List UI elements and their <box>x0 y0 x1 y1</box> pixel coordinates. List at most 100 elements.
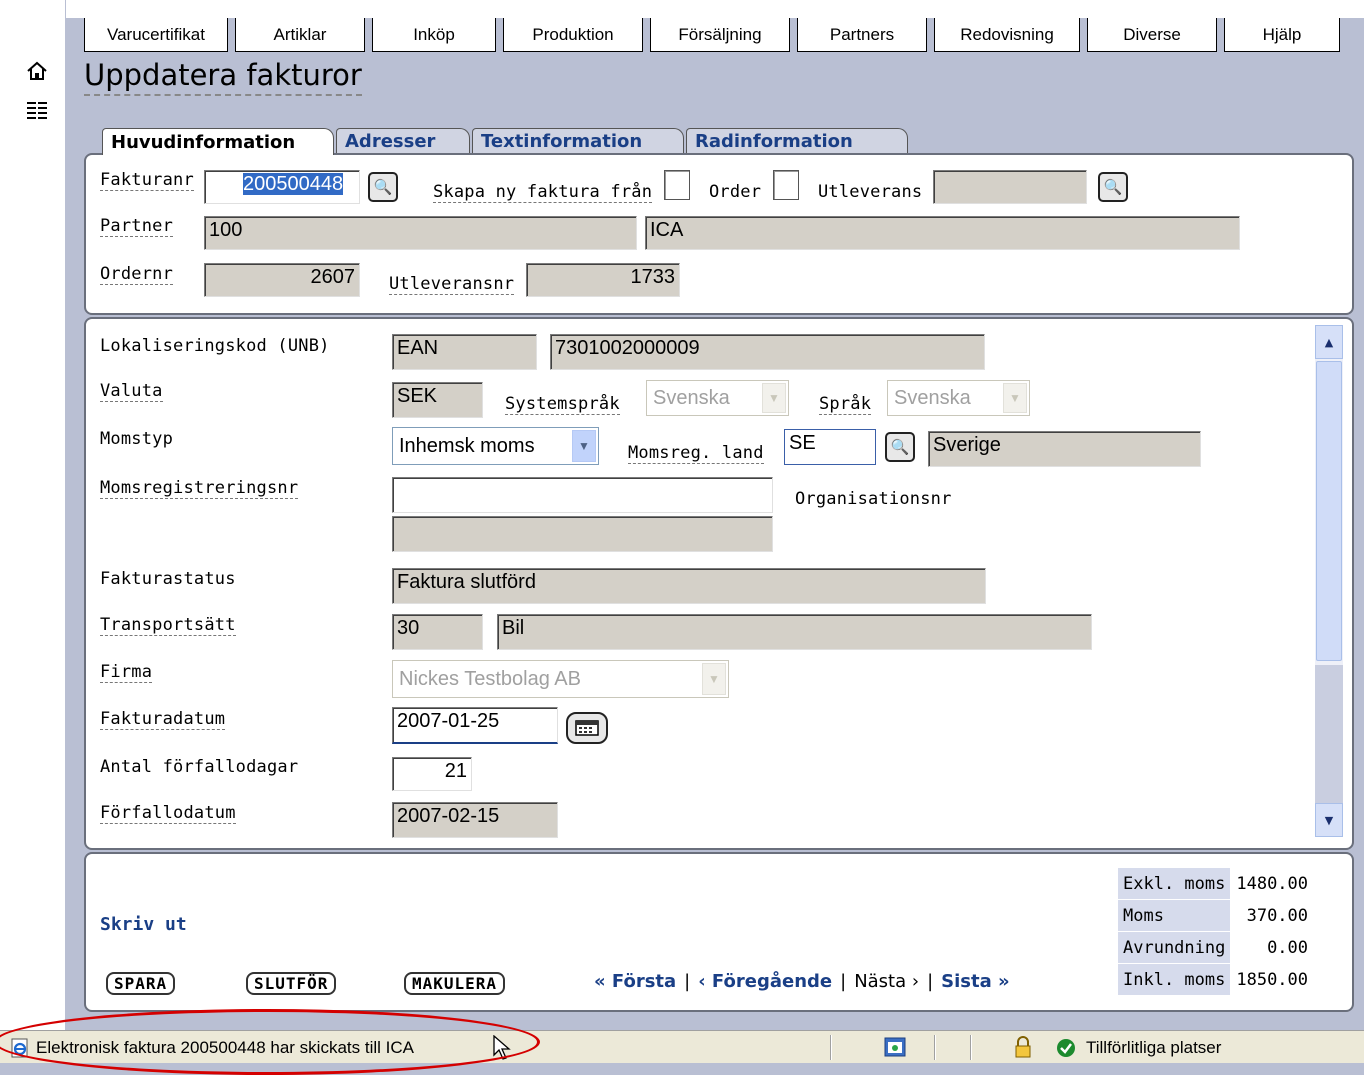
momstyp-select[interactable]: Inhemsk moms ▼ <box>392 427 599 465</box>
utleverans-label: Utleverans <box>818 182 923 202</box>
search-icon: 🔍 <box>373 178 393 196</box>
fakturanr-search-button[interactable]: 🔍 <box>368 172 398 202</box>
home-icon[interactable] <box>26 60 48 82</box>
chevron-down-icon: ▼ <box>762 383 786 413</box>
lokkod-value-field: 7301002000009 <box>550 334 985 370</box>
ordernr-field: 2607 <box>204 263 360 297</box>
left-sidebar <box>0 0 66 1030</box>
status-bar: Elektronisk faktura 200500448 har skicka… <box>0 1030 1364 1063</box>
tab-adresser[interactable]: Adresser <box>336 128 470 154</box>
calendar-icon <box>575 720 599 736</box>
cursor-icon <box>492 1034 514 1061</box>
fakturastatus-field: Faktura slutförd <box>392 568 986 604</box>
transport-code-field: 30 <box>392 614 483 650</box>
momsreg-land-name-field: Sverige <box>928 431 1201 467</box>
valuta-field: SEK <box>392 382 483 418</box>
print-link[interactable]: Skriv ut <box>100 914 187 935</box>
tab-radinformation[interactable]: Radinformation <box>686 128 908 154</box>
momsreg-land-label: Momsreg. land <box>628 443 764 464</box>
valuta-label: Valuta <box>100 381 163 402</box>
menu-diverse[interactable]: Diverse <box>1087 18 1217 52</box>
order-label: Order <box>709 182 762 202</box>
scroll-thumb[interactable] <box>1316 361 1342 661</box>
order-radio[interactable] <box>664 170 690 200</box>
forfallodagar-input[interactable]: 21 <box>392 757 472 791</box>
menu-produktion[interactable]: Produktion <box>503 18 643 52</box>
utleverans-input[interactable] <box>933 170 1087 204</box>
nav-separator: | <box>684 971 691 992</box>
systemsprak-select[interactable]: Svenska ▼ <box>646 380 789 416</box>
sprak-label: Språk <box>819 394 872 415</box>
fakturadatum-label: Fakturadatum <box>100 709 226 730</box>
menu-bar-top <box>66 0 1364 18</box>
momstyp-label: Momstyp <box>100 429 174 449</box>
page-title: Uppdatera fakturor <box>84 58 362 96</box>
ordernr-label: Ordernr <box>100 264 174 285</box>
firma-value: Nickes Testbolag AB <box>399 667 581 690</box>
skapa-label: Skapa ny faktura från <box>433 182 653 203</box>
finish-button[interactable]: SLUTFÖR <box>246 972 337 995</box>
save-button[interactable]: SPARA <box>106 972 176 995</box>
scroll-down-button[interactable]: ▼ <box>1315 803 1343 837</box>
fakturanr-input[interactable]: 200500448 <box>204 170 360 204</box>
partner-label: Partner <box>100 216 174 237</box>
firma-label: Firma <box>100 662 153 683</box>
nav-prev-link[interactable]: ‹ Föregående <box>698 971 832 992</box>
utleverans-search-button[interactable]: 🔍 <box>1098 172 1128 202</box>
nav-first-link[interactable]: « Första <box>594 971 676 992</box>
utleveransnr-label: Utleveransnr <box>389 274 515 295</box>
list-icon[interactable] <box>26 100 48 120</box>
momstyp-value: Inhemsk moms <box>399 434 535 457</box>
total-label: Avrundning <box>1116 931 1232 964</box>
momsreg-land-input[interactable]: SE <box>784 429 876 465</box>
scroll-up-button[interactable]: ▲ <box>1315 325 1343 359</box>
menu-partners[interactable]: Partners <box>797 18 927 52</box>
fakturastatus-label: Fakturastatus <box>100 569 236 589</box>
total-label: Exkl. moms <box>1116 867 1232 900</box>
momsreg-land-search-button[interactable]: 🔍 <box>885 432 915 462</box>
forfallodatum-label: Förfallodatum <box>100 803 236 824</box>
status-divider <box>970 1035 972 1060</box>
orgnr-field <box>392 516 773 552</box>
calendar-button[interactable] <box>566 712 608 744</box>
menu-redovisning[interactable]: Redovisning <box>934 18 1080 52</box>
systemsprak-label: Systemspråk <box>505 394 620 415</box>
utleverans-radio[interactable] <box>773 170 799 200</box>
total-value: 1480.00 <box>1230 867 1315 900</box>
tab-textinformation[interactable]: Textinformation <box>472 128 684 154</box>
menu-varucertifikat[interactable]: Varucertifikat <box>84 18 228 52</box>
tab-huvudinformation[interactable]: Huvudinformation <box>102 128 334 155</box>
status-divider <box>934 1035 936 1060</box>
momsregnr-label: Momsregistreringsnr <box>100 478 299 499</box>
scroll-track[interactable] <box>1315 665 1343 803</box>
firma-select[interactable]: Nickes Testbolag AB ▼ <box>392 660 729 698</box>
menu-hjalp[interactable]: Hjälp <box>1224 18 1340 52</box>
fakturanr-label: Fakturanr <box>100 170 194 191</box>
menu-artiklar[interactable]: Artiklar <box>235 18 365 52</box>
forfallodatum-field: 2007-02-15 <box>392 802 558 838</box>
cancel-button[interactable]: MAKULERA <box>404 972 506 995</box>
fakturadatum-input[interactable]: 2007-01-25 <box>392 707 558 744</box>
total-value: 370.00 <box>1230 899 1315 932</box>
nav-next-text: Nästa › <box>854 971 920 992</box>
lokkod-label: Lokaliseringskod (UNB) <box>100 336 330 356</box>
sprak-select[interactable]: Svenska ▼ <box>887 380 1030 416</box>
total-label: Inkl. moms <box>1116 963 1232 996</box>
menu-inkop[interactable]: Inköp <box>372 18 496 52</box>
nav-last-link[interactable]: Sista » <box>941 971 1010 992</box>
details-scrollbar[interactable]: ▲ ▼ <box>1315 325 1343 837</box>
security-zone-label: Tillförlitliga platser <box>1086 1038 1222 1057</box>
pagination: « Första | ‹ Föregående | Nästa › | Sist… <box>594 971 1010 992</box>
forfallodagar-label: Antal förfallodagar <box>100 757 299 777</box>
transport-name-field: Bil <box>497 614 1092 650</box>
momsregnr-input[interactable] <box>392 477 773 513</box>
totals-row: Avrundning 0.00 <box>1116 931 1315 964</box>
totals-row: Moms 370.00 <box>1116 899 1315 932</box>
orgnr-label: Organisationsnr <box>795 489 952 509</box>
fakturanr-value: 200500448 <box>243 173 344 195</box>
popup-blocker-icon[interactable] <box>884 1037 906 1057</box>
total-value: 0.00 <box>1230 931 1315 964</box>
menu-forsaljning[interactable]: Försäljning <box>650 18 790 52</box>
lokkod-type-field: EAN <box>392 334 537 370</box>
partner-name-field: ICA <box>645 216 1240 250</box>
